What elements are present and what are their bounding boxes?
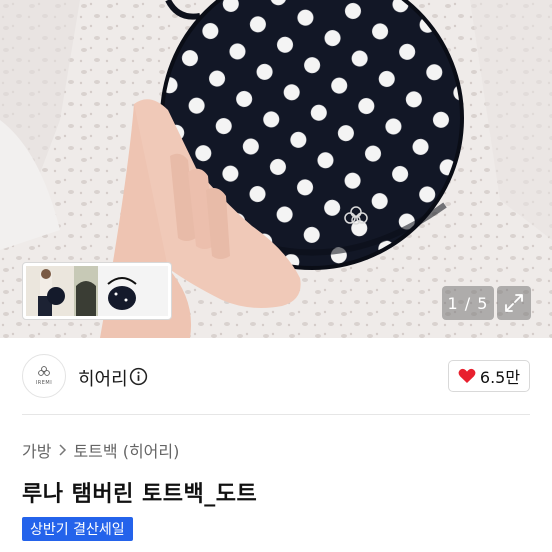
sale-badge: 상반기 결산세일: [22, 517, 133, 541]
like-count: 6.5만: [479, 368, 521, 387]
seller-name[interactable]: 히어리: [78, 365, 128, 391]
chevron-right-icon: [59, 444, 67, 456]
thumbnail-strip[interactable]: [22, 262, 172, 320]
breadcrumb-subcategory[interactable]: 토트백 (히어리): [73, 438, 179, 462]
section-divider: [22, 414, 530, 415]
brand-logo-icon: [38, 366, 50, 376]
thumbnail-images[interactable]: [26, 266, 168, 316]
fullscreen-button[interactable]: [497, 286, 531, 320]
like-button[interactable]: 6.5만: [448, 360, 530, 392]
info-icon[interactable]: [129, 367, 148, 386]
avatar-label: IREMI: [35, 380, 53, 386]
product-image-gallery[interactable]: 1 / 5: [0, 0, 552, 338]
seller-avatar[interactable]: IREMI: [22, 354, 66, 398]
seller-row: IREMI 히어리 6.5만: [22, 354, 530, 400]
breadcrumb-category[interactable]: 가방: [22, 438, 51, 462]
product-title: 루나 탬버린 토트백_도트: [22, 482, 258, 507]
breadcrumb: 가방 토트백 (히어리): [22, 438, 179, 462]
expand-icon: [505, 294, 523, 312]
image-counter: 1 / 5: [442, 286, 494, 320]
heart-icon: [458, 368, 476, 383]
